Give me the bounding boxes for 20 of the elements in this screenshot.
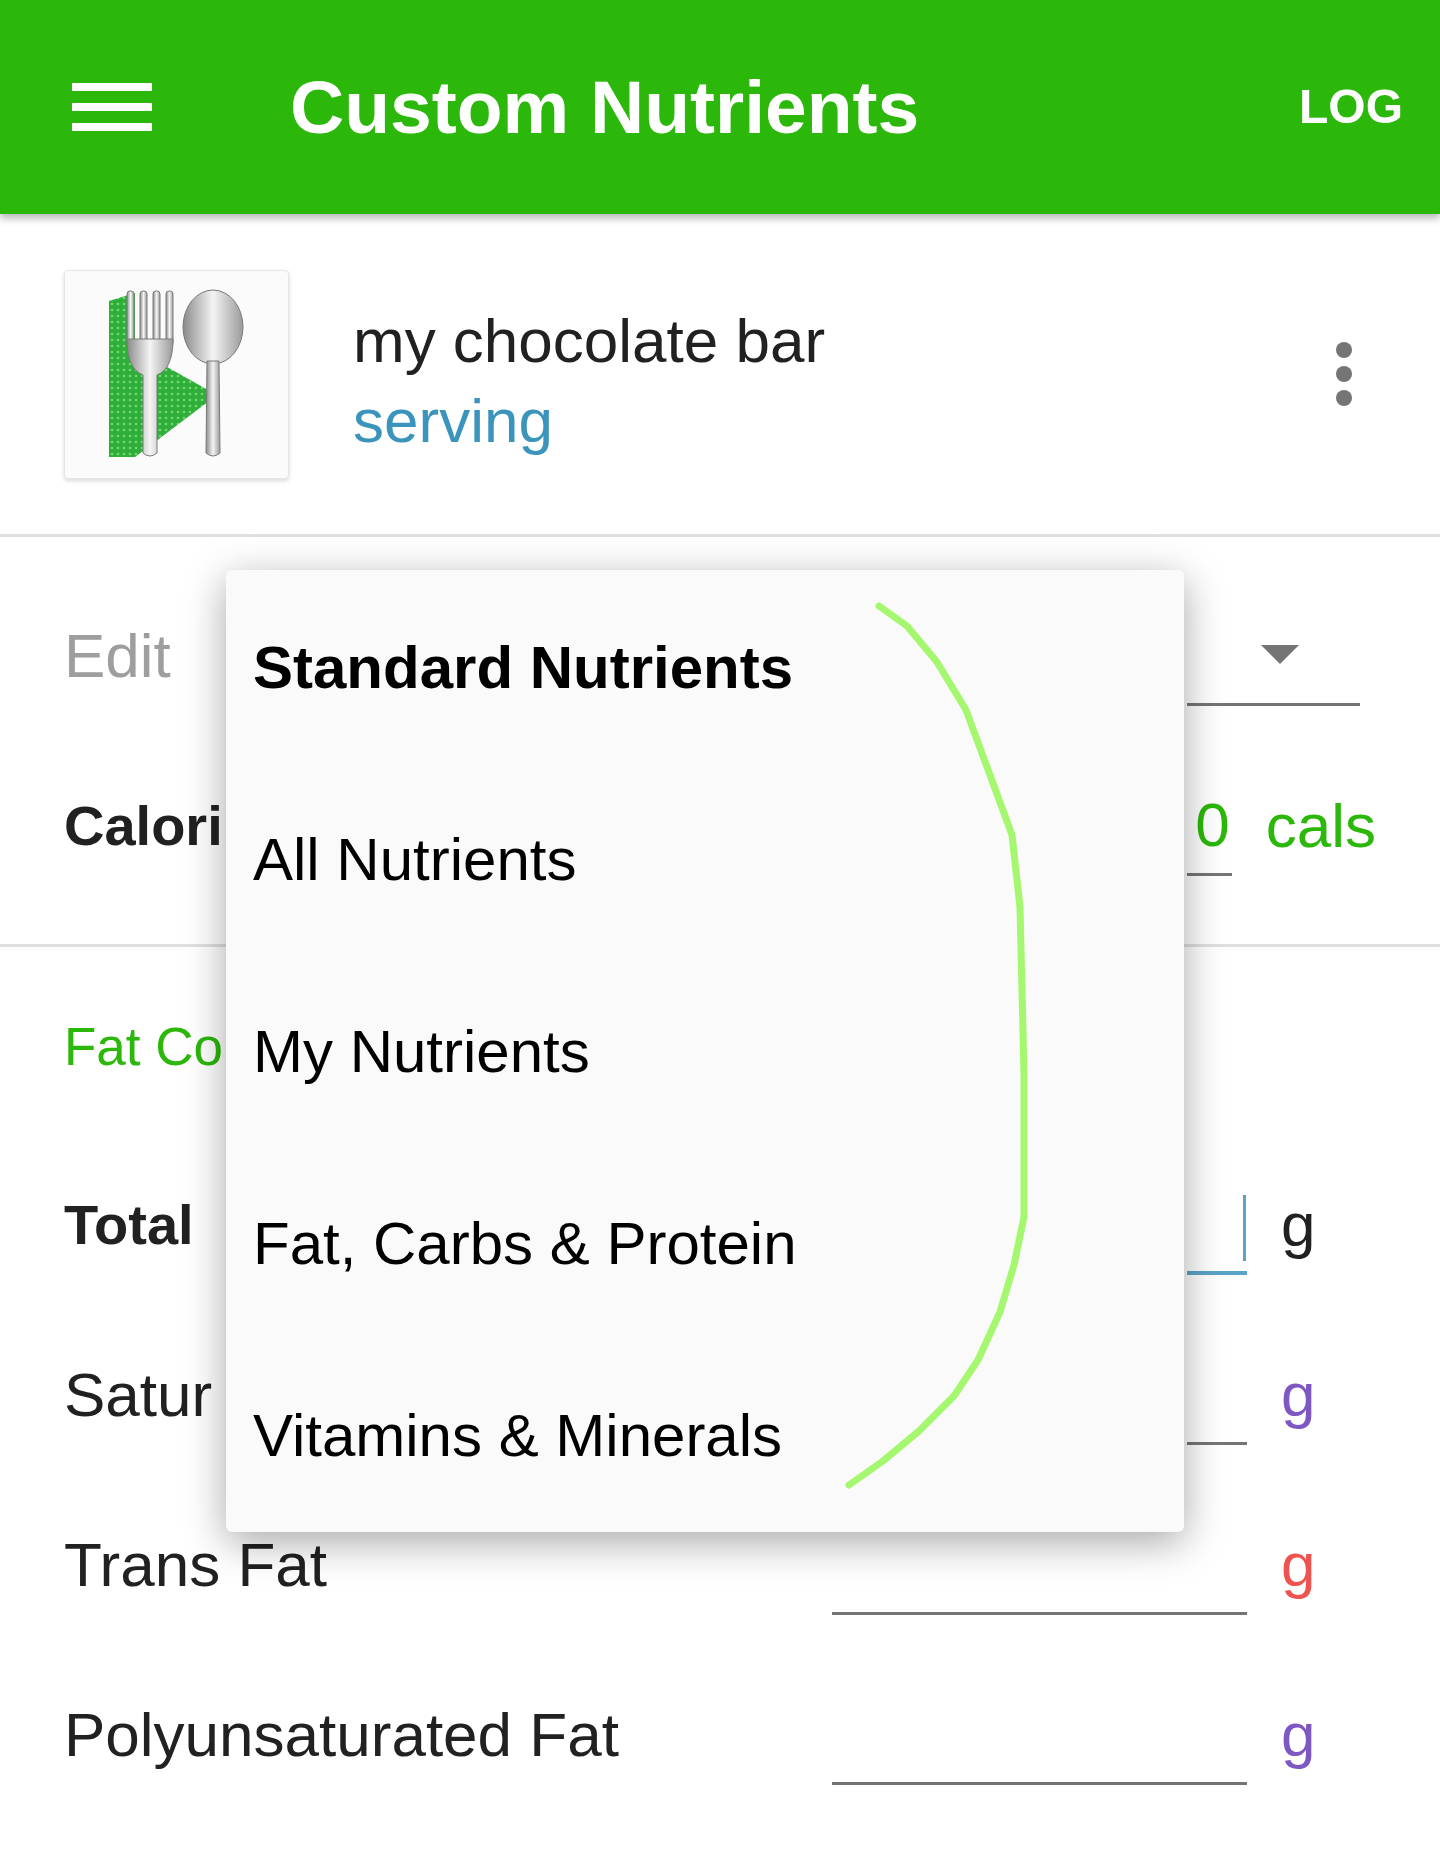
food-name: my chocolate bar — [353, 305, 826, 377]
text-cursor — [1243, 1195, 1246, 1261]
menu-item[interactable]: My Nutrients — [253, 1022, 590, 1082]
food-thumbnail[interactable] — [64, 269, 289, 479]
fork-and-spoon-icon — [106, 289, 247, 459]
unit-label: cals — [1264, 795, 1376, 857]
menu-item[interactable]: All Nutrients — [253, 830, 577, 890]
nutrient-label: Trans Fat — [64, 1534, 327, 1596]
dropdown-arrow-icon — [1261, 645, 1299, 664]
menu-item[interactable]: Fat, Carbs & Protein — [253, 1214, 797, 1274]
menu-item[interactable]: Vitamins & Minerals — [253, 1406, 783, 1466]
section-header: Fat Co — [64, 1019, 224, 1073]
nutrient-label: Satur — [64, 1364, 213, 1426]
edit-label: Edit — [64, 625, 171, 687]
nutrient-label: Total — [64, 1197, 194, 1253]
app-title: Custom Nutrients — [290, 69, 920, 145]
menu-icon[interactable] — [72, 83, 152, 131]
more-options-icon[interactable] — [1336, 342, 1352, 406]
menu-item[interactable]: Standard Nutrients — [253, 638, 794, 698]
calories-label: Calori — [64, 798, 223, 854]
